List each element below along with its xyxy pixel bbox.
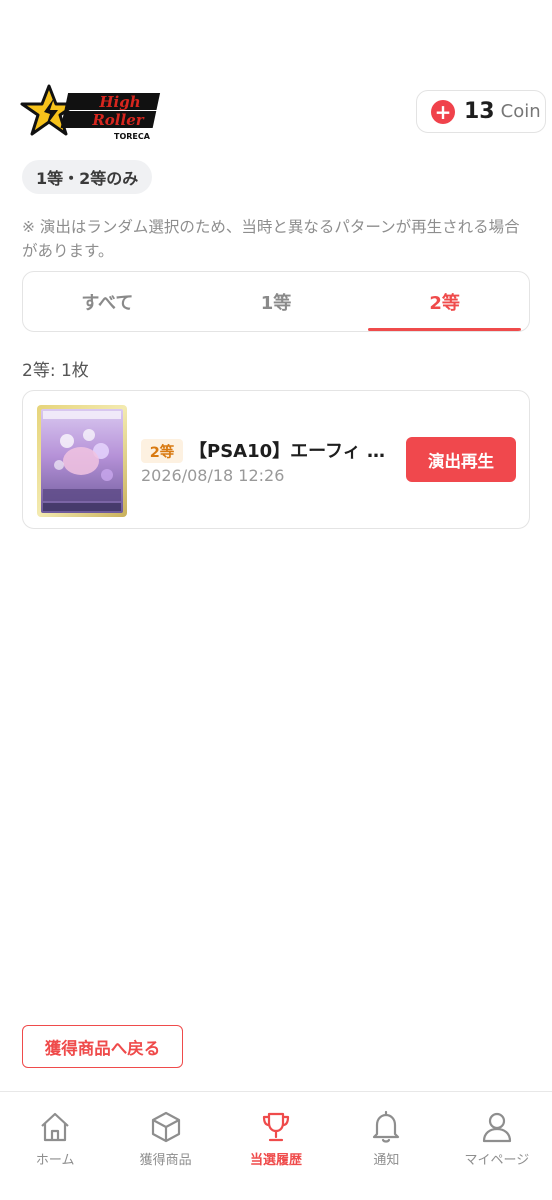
coin-balance[interactable]: + 13 Coin bbox=[416, 90, 546, 133]
rank-badge: 2等 bbox=[141, 439, 183, 463]
coin-unit: Coin bbox=[500, 101, 541, 122]
plus-circle-icon: + bbox=[431, 99, 455, 124]
high-roller-logo: High Roller TORECA bbox=[20, 84, 166, 142]
nav-item-acquired[interactable]: 獲得商品 bbox=[110, 1092, 220, 1200]
svg-text:Roller: Roller bbox=[91, 111, 144, 129]
bottom-nav: ホーム 獲得商品 当選履歴 通知 マイページ bbox=[0, 1091, 552, 1200]
nav-label-notifications: 通知 bbox=[373, 1153, 400, 1168]
nav-label-acquired: 獲得商品 bbox=[139, 1153, 192, 1168]
back-to-acquired-button[interactable]: 獲得商品へ戻る bbox=[22, 1025, 183, 1068]
nav-item-history[interactable]: 当選履歴 bbox=[221, 1092, 331, 1200]
coin-count: 13 bbox=[464, 99, 495, 124]
home-icon bbox=[41, 1112, 69, 1142]
tab-rank-2[interactable]: 2等 bbox=[360, 272, 529, 331]
trophy-icon bbox=[262, 1112, 290, 1142]
tab-all[interactable]: すべて bbox=[23, 272, 192, 331]
play-animation-button[interactable]: 演出再生 bbox=[406, 437, 516, 482]
svg-text:High: High bbox=[98, 93, 140, 111]
nav-item-home[interactable]: ホーム bbox=[0, 1092, 110, 1200]
nav-item-notifications[interactable]: 通知 bbox=[331, 1092, 441, 1200]
notice-text: ※ 演出はランダム選択のため、当時と異なるパターンが再生される場合があります。 bbox=[22, 218, 520, 260]
nav-item-mypage[interactable]: マイページ bbox=[442, 1092, 552, 1200]
tab-rank-1[interactable]: 1等 bbox=[192, 272, 361, 331]
bell-icon bbox=[373, 1110, 400, 1143]
item-name: 【PSA10】エーフィ e... bbox=[189, 441, 389, 462]
nav-label-mypage: マイページ bbox=[464, 1153, 530, 1168]
nav-label-home: ホーム bbox=[35, 1153, 75, 1168]
item-date: 2026/08/18 12:26 bbox=[141, 466, 285, 485]
pokemon-card-image bbox=[37, 405, 127, 517]
rank-tabs: すべて 1等 2等 bbox=[22, 271, 530, 332]
svg-text:TORECA: TORECA bbox=[114, 132, 151, 141]
box-icon bbox=[151, 1111, 180, 1143]
result-count: 2等: 1枚 bbox=[22, 361, 89, 381]
nav-label-history: 当選履歴 bbox=[250, 1153, 303, 1168]
user-icon bbox=[482, 1112, 511, 1143]
prize-history-card: 2等 【PSA10】エーフィ e... 2026/08/18 12:26 演出再… bbox=[22, 390, 530, 529]
filter-chip[interactable]: 1等・2等のみ bbox=[22, 160, 153, 194]
